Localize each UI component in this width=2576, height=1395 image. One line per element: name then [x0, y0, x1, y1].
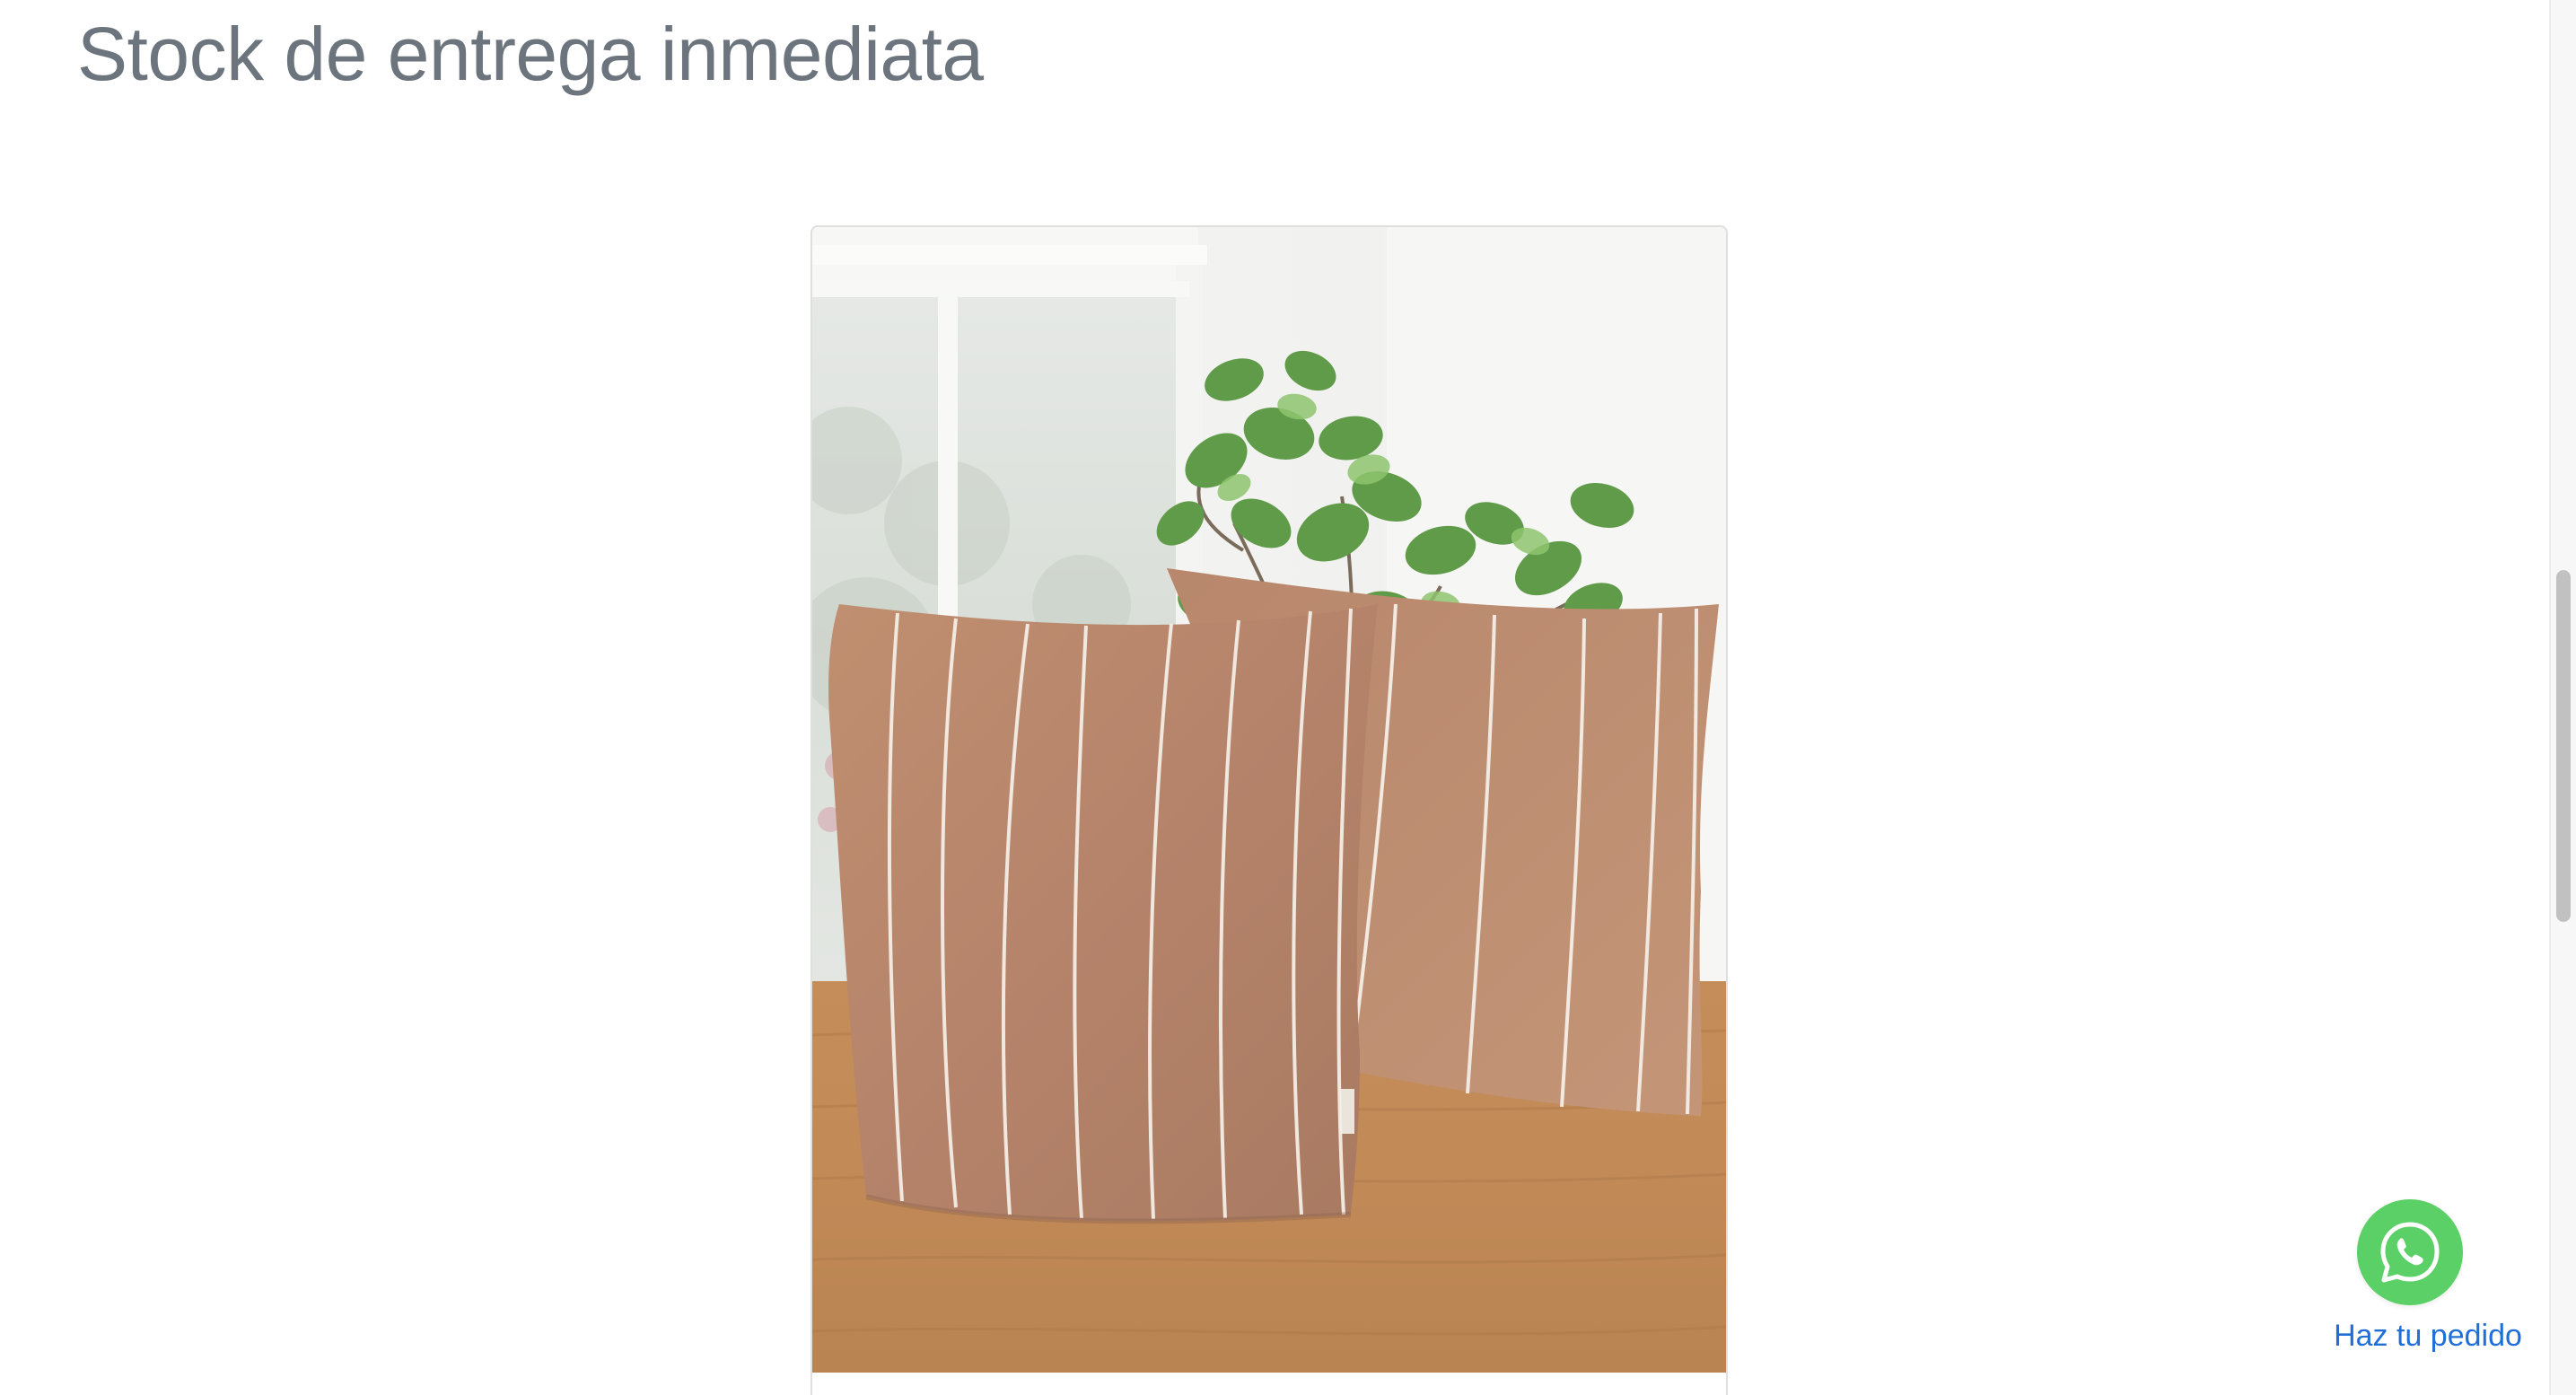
product-card[interactable] [810, 225, 1728, 1395]
scrollbar-thumb[interactable] [2556, 570, 2571, 922]
cushions-photo-illustration [812, 227, 1726, 1373]
product-image[interactable] [812, 227, 1726, 1373]
page: Stock de entrega inmediata Haz tu pedido [0, 0, 2576, 1395]
whatsapp-order-widget[interactable]: Haz tu pedido [2325, 1199, 2531, 1361]
whatsapp-icon [2380, 1222, 2440, 1283]
vertical-scrollbar[interactable] [2549, 0, 2576, 1395]
whatsapp-button[interactable] [2357, 1199, 2463, 1305]
section-title: Stock de entrega inmediata [77, 12, 984, 96]
whatsapp-order-label[interactable]: Haz tu pedido [2307, 1316, 2549, 1356]
